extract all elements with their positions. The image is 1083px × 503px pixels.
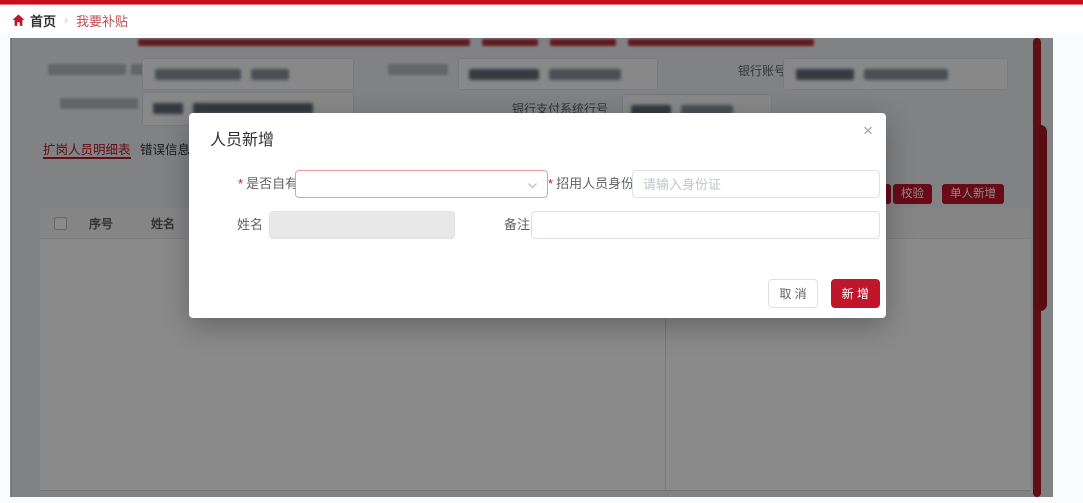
modal-footer: 取 消 新 增 — [768, 279, 880, 308]
cancel-button[interactable]: 取 消 — [768, 279, 817, 308]
breadcrumb-current: 我要补贴 — [76, 11, 128, 30]
required-mark: * — [548, 176, 553, 191]
confirm-add-button[interactable]: 新 增 — [831, 279, 880, 308]
top-red-bar — [0, 0, 1083, 5]
modal-title: 人员新增 — [210, 126, 274, 150]
self-owned-select[interactable] — [295, 170, 548, 198]
self-owned-label: *是否自有 — [238, 170, 298, 198]
add-person-modal: 人员新增 × *是否自有 *招用人员身份证号 姓名 备注 取 消 新 增 — [189, 113, 886, 318]
id-number-input[interactable] — [632, 170, 880, 198]
name-input — [269, 211, 455, 239]
close-icon[interactable]: × — [863, 121, 873, 141]
breadcrumb-separator-icon: › — [64, 13, 68, 27]
chevron-down-icon — [527, 180, 538, 191]
remark-input[interactable] — [531, 211, 880, 239]
home-icon — [12, 14, 25, 27]
name-label: 姓名 — [237, 211, 263, 239]
breadcrumb-home[interactable]: 首页 — [30, 11, 56, 30]
remark-label: 备注 — [504, 211, 530, 239]
breadcrumb: 首页 › 我要补贴 — [0, 6, 1083, 34]
required-mark: * — [238, 176, 243, 191]
